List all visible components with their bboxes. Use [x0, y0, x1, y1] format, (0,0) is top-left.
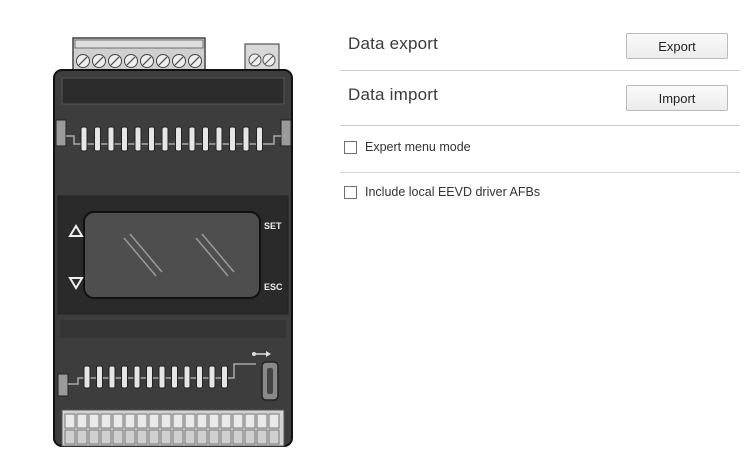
terminal-pin — [124, 429, 136, 445]
vent-slot — [208, 365, 216, 389]
terminal-pin — [76, 413, 88, 429]
terminal-pin — [220, 429, 232, 445]
terminal-pin — [220, 413, 232, 429]
vent-slot — [80, 126, 88, 152]
esc-label: ESC — [264, 282, 283, 292]
set-label: SET — [264, 221, 282, 231]
terminal-pin — [268, 413, 280, 429]
vent-slot — [188, 126, 196, 152]
vent-slot — [133, 365, 141, 389]
vent-slot — [175, 126, 182, 152]
terminal-pin — [268, 429, 280, 445]
data-export-row: Data export Export — [340, 22, 740, 71]
terminal-pin — [112, 429, 124, 445]
terminal-pin — [136, 413, 148, 429]
terminal-pin — [244, 413, 256, 429]
vent-slot — [161, 126, 169, 152]
terminal-pin — [256, 429, 268, 445]
small-terminal-block — [244, 43, 280, 73]
expert-menu-label[interactable]: Expert menu mode — [365, 140, 471, 154]
vent-slot — [229, 126, 236, 152]
controller-device-image: SET ESC — [44, 28, 304, 456]
terminal-pin — [76, 429, 88, 445]
vent-slot — [148, 126, 155, 152]
vent-slot — [158, 365, 166, 389]
expert-menu-checkbox[interactable] — [344, 140, 357, 154]
export-button[interactable]: Export — [626, 33, 728, 59]
terminal-pin — [160, 429, 172, 445]
vent-slot — [146, 365, 153, 389]
vent-slot — [107, 126, 115, 152]
vent-slot — [96, 365, 103, 389]
data-import-title: Data import — [348, 85, 439, 104]
vent-slot — [202, 126, 209, 152]
terminal-pin — [64, 413, 76, 429]
terminal-pin — [88, 429, 100, 445]
include-eevd-checkbox[interactable] — [344, 185, 357, 199]
data-import-row: Data import Import — [340, 71, 740, 126]
vent-slot — [171, 365, 178, 389]
data-options-panel: Data export Export Data import Import Ex… — [340, 22, 740, 219]
vent-slot — [221, 365, 228, 389]
vent-slot — [256, 126, 263, 152]
terminal-pin — [184, 429, 196, 445]
terminal-pin — [208, 413, 220, 429]
terminal-pin — [88, 413, 100, 429]
import-button[interactable]: Import — [626, 85, 728, 111]
terminal-pin — [172, 413, 184, 429]
terminal-pin — [100, 413, 112, 429]
terminal-pin — [232, 429, 244, 445]
top-terminal-block — [72, 37, 206, 75]
terminal-pin — [196, 413, 208, 429]
vent-slot — [121, 365, 128, 389]
bottom-terminal-block — [61, 409, 285, 447]
terminal-pin — [100, 429, 112, 445]
terminal-pin — [208, 429, 220, 445]
vent-slot — [183, 365, 191, 389]
vent-slot — [242, 126, 250, 152]
vent-slot — [134, 126, 142, 152]
vent-slot — [196, 365, 203, 389]
vent-slot — [108, 365, 116, 389]
expert-menu-row: Expert menu mode — [340, 126, 740, 173]
vent-slot — [121, 126, 128, 152]
vent-slot — [94, 126, 101, 152]
lcd-display — [83, 211, 261, 299]
terminal-pin — [148, 429, 160, 445]
vent-slot — [215, 126, 223, 152]
terminal-pin — [136, 429, 148, 445]
terminal-pin — [232, 413, 244, 429]
vent-slot — [83, 365, 91, 389]
terminal-pin — [160, 413, 172, 429]
terminal-pin — [112, 413, 124, 429]
terminal-pin — [148, 413, 160, 429]
data-export-title: Data export — [348, 34, 439, 53]
terminal-pin — [64, 429, 76, 445]
include-eevd-row: Include local EEVD driver AFBs — [340, 173, 740, 219]
terminal-pin — [256, 413, 268, 429]
terminal-pin — [172, 429, 184, 445]
terminal-pin — [184, 413, 196, 429]
terminal-pin — [196, 429, 208, 445]
include-eevd-label[interactable]: Include local EEVD driver AFBs — [365, 185, 540, 199]
terminal-pin — [244, 429, 256, 445]
terminal-pin — [124, 413, 136, 429]
